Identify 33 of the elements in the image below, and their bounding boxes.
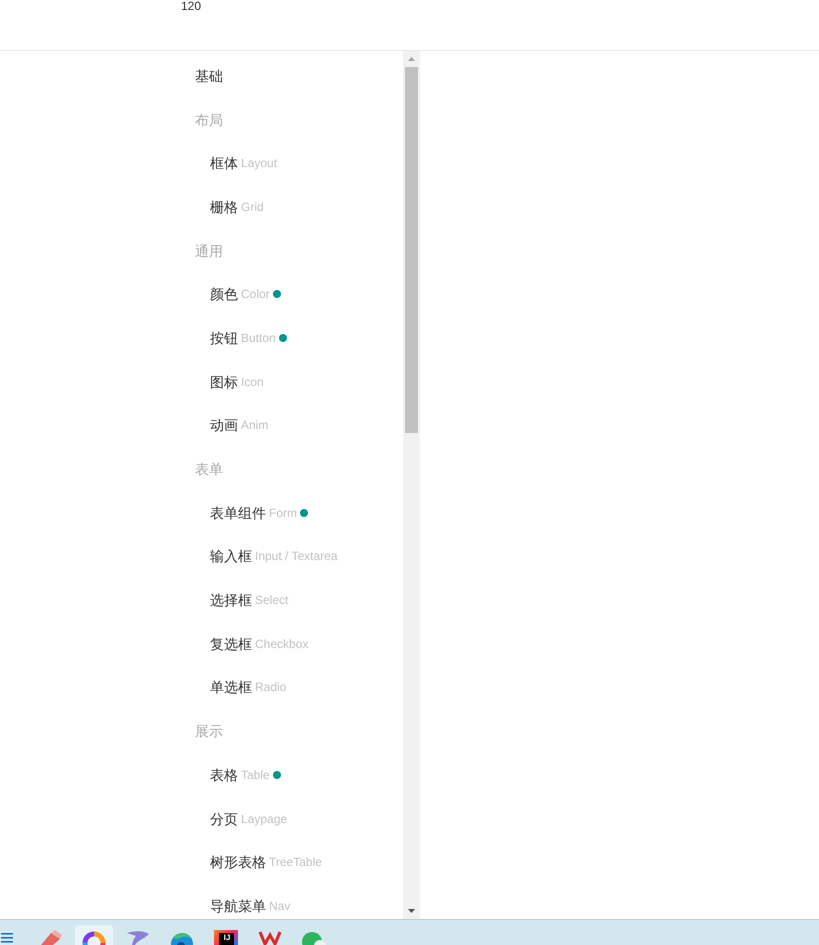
nav-link[interactable]: 选择框 Select — [210, 591, 288, 610]
taskbar-button[interactable]: IJ — [207, 925, 245, 945]
wing-icon — [126, 930, 150, 945]
nav-link[interactable]: 复选框 Checkbox — [210, 634, 308, 653]
nav-group-title: 通用 — [195, 242, 223, 260]
nav-link[interactable]: 图标 Icon — [210, 372, 264, 391]
ring-icon — [82, 930, 106, 945]
taskbar-button[interactable] — [75, 925, 113, 945]
nav-link[interactable]: 栅格 Grid — [210, 198, 264, 216]
chat-bubble-icon — [302, 930, 326, 945]
nav-group-title: 展示 — [195, 722, 223, 740]
nav-link[interactable]: 树形表格 TreeTable — [210, 853, 322, 872]
nav-link[interactable]: 表格 Table — [210, 766, 281, 784]
nav-link[interactable]: 颜色 Color — [210, 285, 281, 304]
nav-link[interactable]: 输入框 Input / Textarea — [210, 547, 338, 566]
scrollbar-thumb[interactable] — [405, 67, 418, 433]
scroll-up-icon[interactable] — [408, 57, 415, 61]
eraser-icon — [38, 930, 62, 945]
zigzag-logo-icon — [258, 930, 282, 945]
scrollbar[interactable] — [403, 51, 420, 919]
ide-logo-icon: IJ — [214, 930, 238, 945]
nav-section-link[interactable]: 基础 — [195, 66, 223, 85]
header-number: 120 — [181, 0, 202, 12]
nav-group-title: 表单 — [195, 460, 223, 478]
nav-link[interactable]: 表单组件 Form — [210, 504, 308, 522]
nav-link[interactable]: 动画 Anim — [210, 416, 268, 434]
nav-group-title: 布局 — [195, 110, 223, 129]
nav-link[interactable]: 单选框 Radio — [210, 678, 286, 696]
nav-link[interactable]: 导航菜单 Nav — [210, 896, 290, 915]
nav-link[interactable]: 按钮 Button — [210, 328, 287, 347]
scroll-down-icon[interactable] — [408, 909, 415, 913]
nav-link[interactable]: 分页 Laypage — [210, 810, 288, 828]
nav-link[interactable]: 框体 Layout — [210, 154, 278, 172]
